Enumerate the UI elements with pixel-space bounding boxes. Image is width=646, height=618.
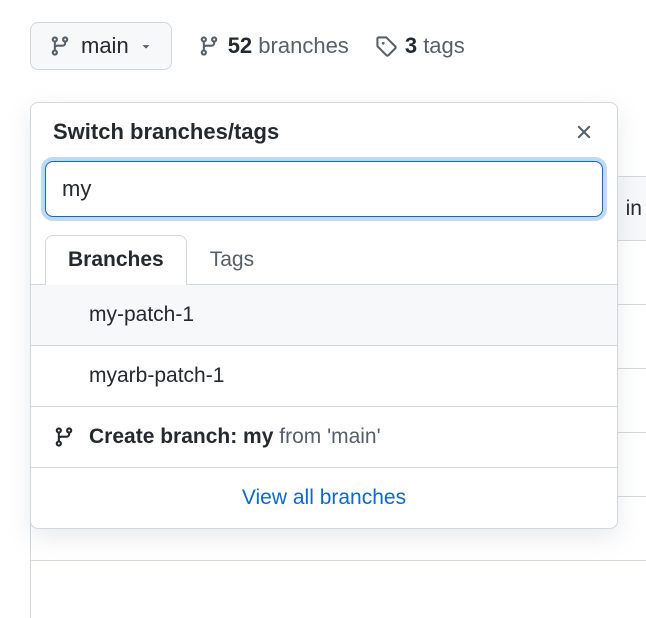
create-branch-text: Create branch: my from 'main' bbox=[89, 425, 381, 449]
tags-count: 3 bbox=[405, 33, 417, 58]
branch-switcher-popover: Switch branches/tags Branches Tags my-pa… bbox=[30, 102, 618, 529]
branch-result-item[interactable]: my-patch-1 bbox=[31, 285, 617, 346]
branch-result-list: my-patch-1 myarb-patch-1 Create branch: … bbox=[31, 285, 617, 468]
branch-search-input[interactable] bbox=[45, 161, 603, 217]
tags-link[interactable]: 3 tags bbox=[375, 33, 465, 59]
tags-label: tags bbox=[423, 33, 465, 58]
git-branch-icon bbox=[53, 426, 75, 448]
branches-count: 52 bbox=[228, 33, 252, 58]
branch-name: myarb-patch-1 bbox=[89, 364, 224, 388]
tab-branches[interactable]: Branches bbox=[45, 235, 187, 285]
popover-title: Switch branches/tags bbox=[53, 119, 279, 145]
branch-switcher-button[interactable]: main bbox=[30, 22, 172, 70]
branches-label: branches bbox=[258, 33, 349, 58]
bg-peek-text: in bbox=[626, 197, 642, 221]
git-branch-icon bbox=[49, 35, 71, 57]
view-all-branches-link[interactable]: View all branches bbox=[242, 486, 406, 509]
current-branch-label: main bbox=[81, 33, 129, 59]
caret-down-icon bbox=[139, 39, 153, 53]
tab-tags[interactable]: Tags bbox=[187, 235, 277, 284]
tag-icon bbox=[375, 35, 397, 57]
branch-result-item[interactable]: myarb-patch-1 bbox=[31, 346, 617, 407]
branch-name: my-patch-1 bbox=[89, 303, 194, 327]
close-button[interactable] bbox=[573, 121, 595, 143]
ref-type-tabs: Branches Tags bbox=[31, 235, 617, 285]
close-icon bbox=[573, 121, 595, 143]
git-branch-icon bbox=[198, 35, 220, 57]
repo-toolbar: main 52 branches 3 tags bbox=[0, 0, 646, 70]
branches-link[interactable]: 52 branches bbox=[198, 33, 349, 59]
create-branch-item[interactable]: Create branch: my from 'main' bbox=[31, 407, 617, 468]
